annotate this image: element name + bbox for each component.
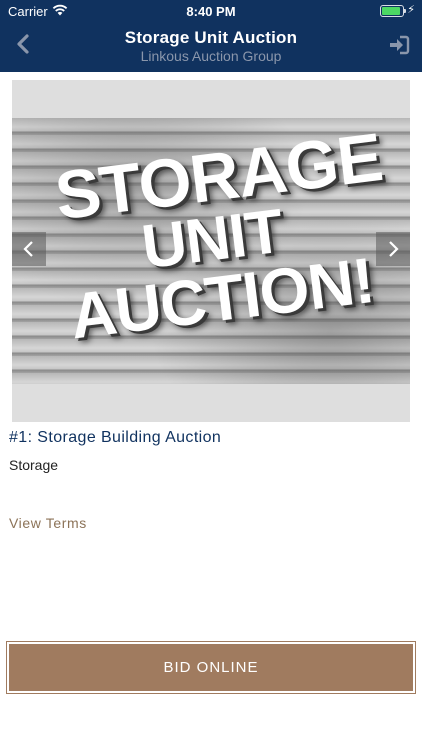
lot-title: #1: Storage Building Auction (9, 429, 222, 446)
lot-photo: STORAGE UNIT AUCTION! (12, 118, 410, 384)
image-gallery[interactable]: STORAGE UNIT AUCTION! (12, 80, 410, 422)
lot-category: Storage (9, 457, 59, 473)
nav-bar: Carrier 8:40 PM ⚡ Storage Unit Auction L… (0, 0, 422, 72)
charging-icon: ⚡ (407, 4, 415, 16)
status-bar: Carrier 8:40 PM ⚡ (0, 0, 422, 22)
chevron-right-icon (389, 241, 399, 257)
view-terms-link[interactable]: View Terms (9, 515, 87, 531)
chevron-left-icon (23, 241, 33, 257)
page-subtitle: Linkous Auction Group (140, 48, 282, 64)
gallery-prev-button[interactable] (12, 232, 46, 266)
back-button[interactable] (12, 32, 34, 56)
bid-online-button[interactable]: BID ONLINE (9, 644, 413, 691)
sign-in-icon[interactable] (388, 34, 410, 56)
photo-sign-text: STORAGE UNIT AUCTION! (51, 119, 387, 354)
page-title: Storage Unit Auction (124, 28, 298, 47)
gallery-next-button[interactable] (376, 232, 410, 266)
bid-button-frame: BID ONLINE (6, 641, 416, 694)
clock: 8:40 PM (186, 4, 236, 19)
battery-icon (380, 5, 406, 17)
